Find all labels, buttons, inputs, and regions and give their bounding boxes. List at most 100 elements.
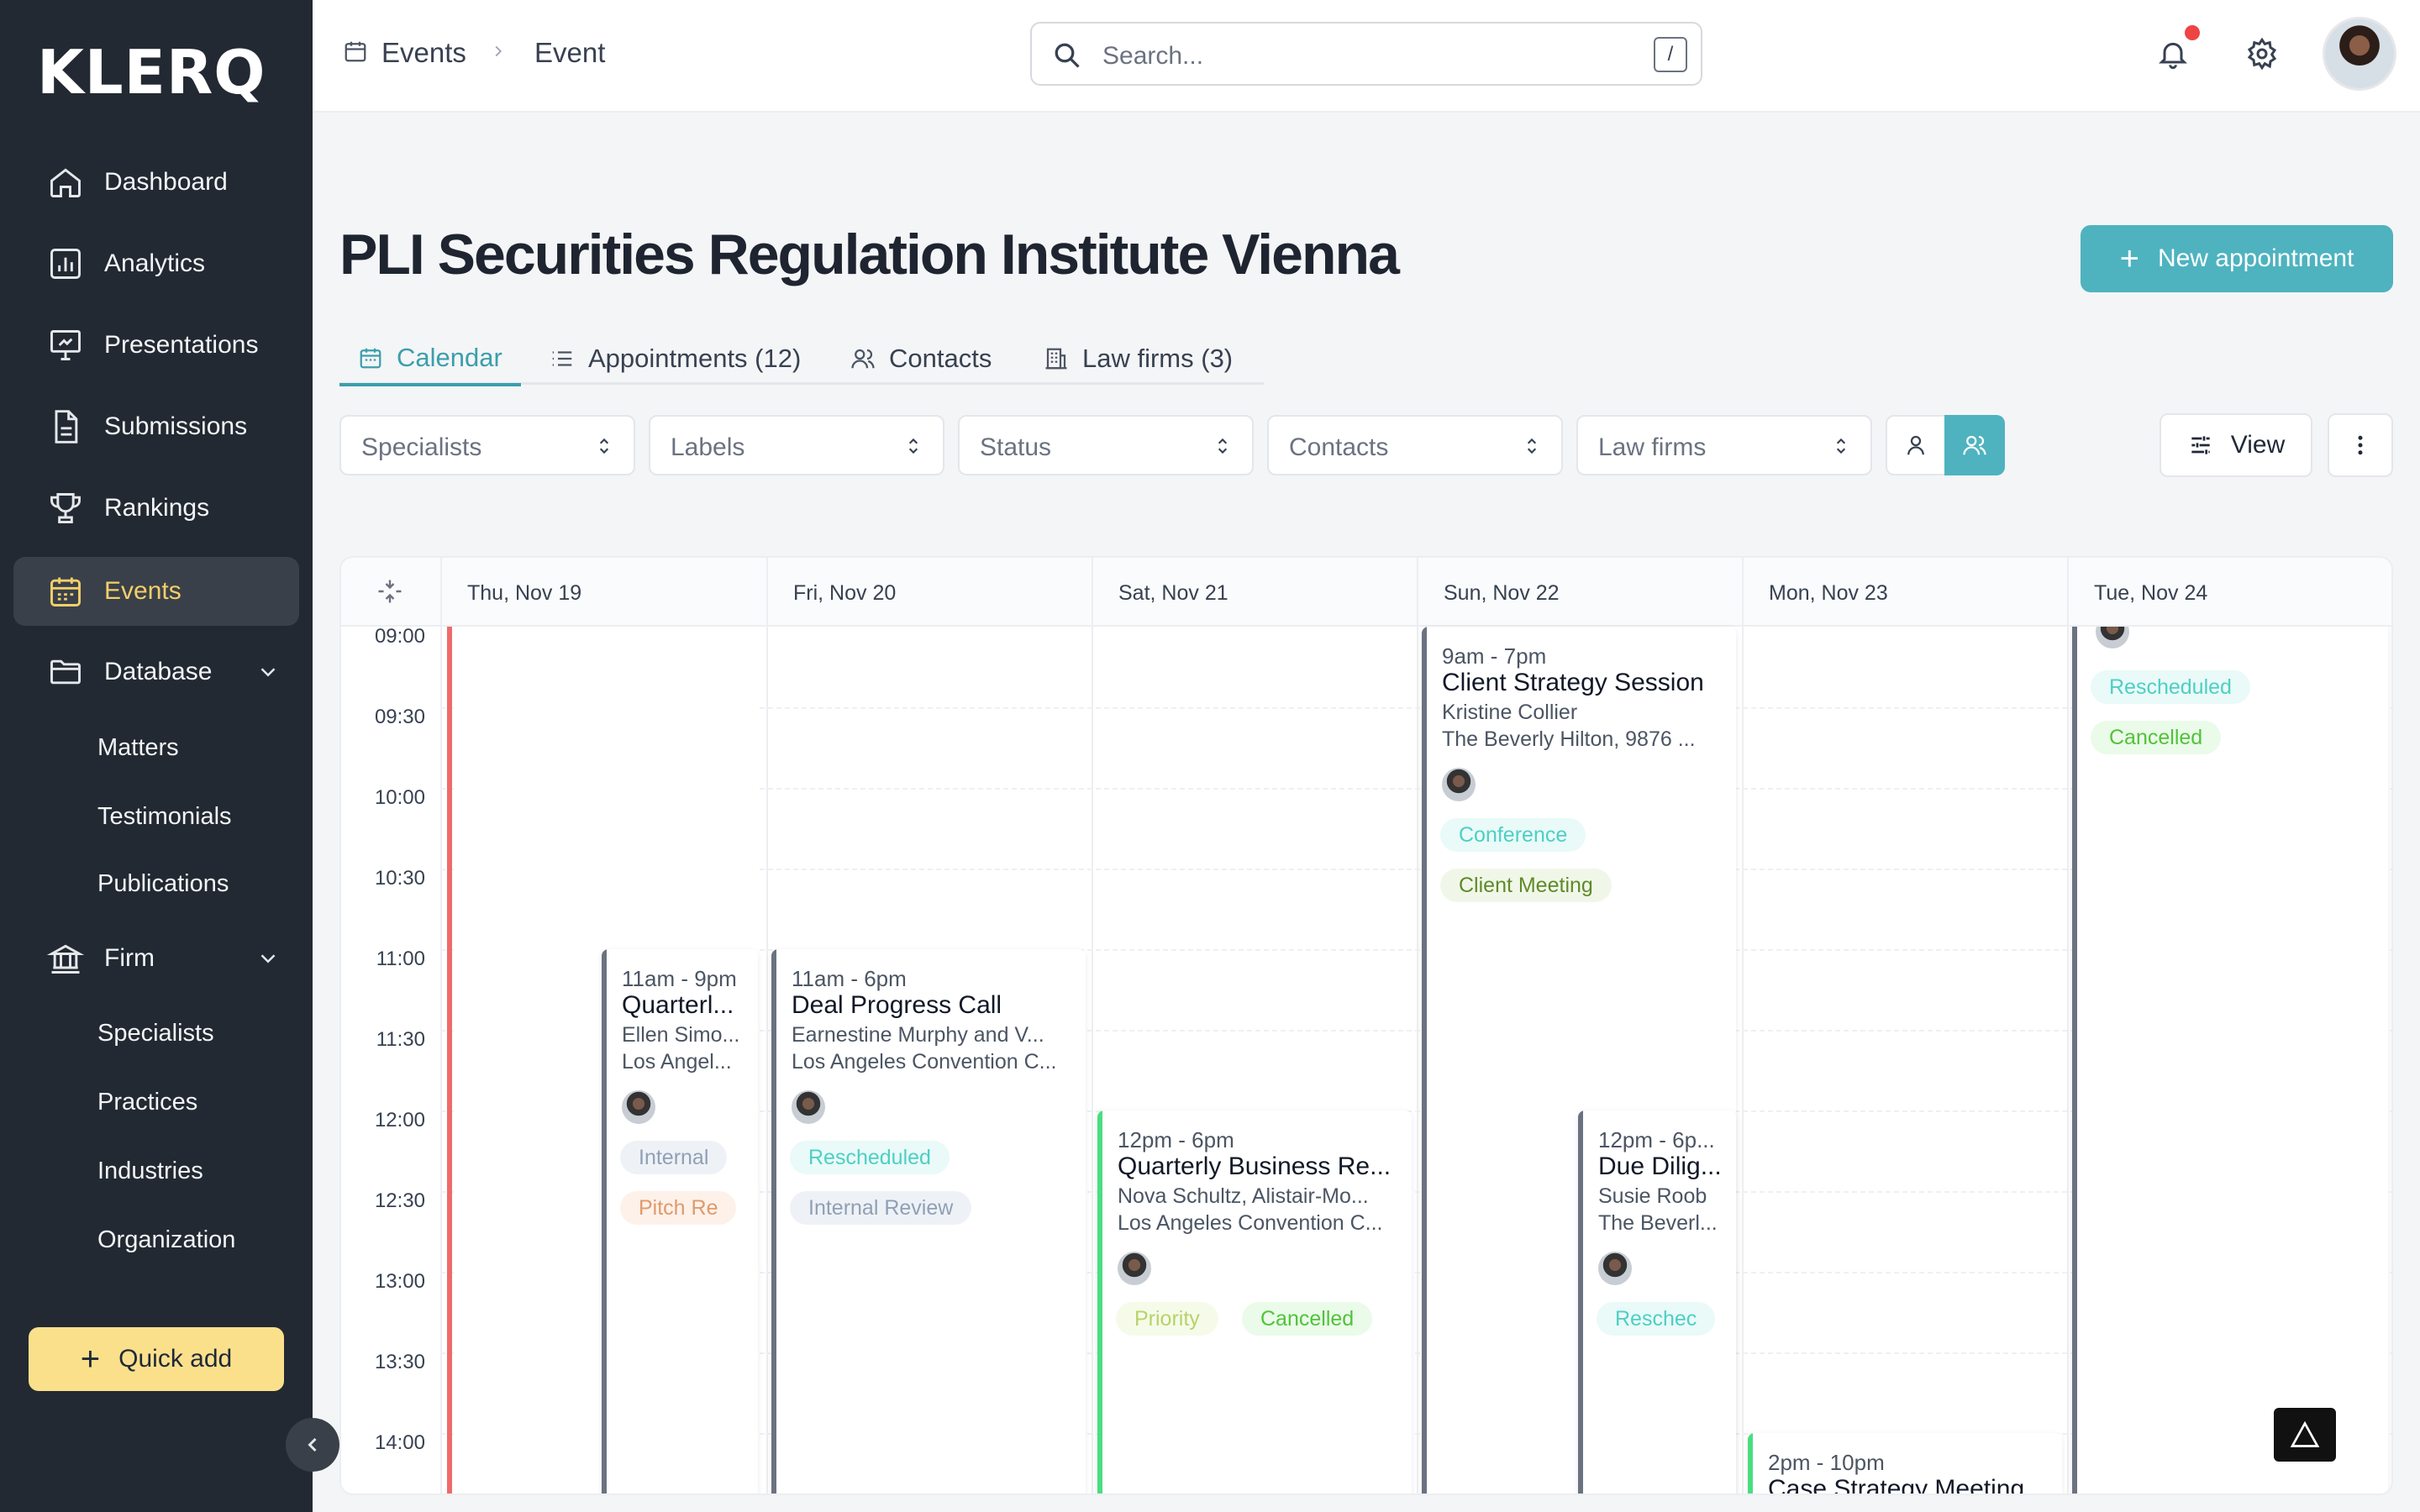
filter-specialists[interactable]: Specialists	[339, 415, 635, 475]
sidebar-subitem-organization[interactable]: Organization	[97, 1226, 235, 1254]
event-card[interactable]: 2pm - 10pm Case Strategy Meeting	[1748, 1433, 2062, 1495]
calendar-icon	[358, 345, 383, 370]
avatar	[622, 1090, 655, 1124]
sidebar-subitem-industries[interactable]: Industries	[97, 1158, 203, 1185]
avatar	[792, 1090, 825, 1124]
event-time: 12pm - 6p...	[1598, 1127, 1715, 1152]
label-tag: Rescheduled	[2091, 670, 2250, 704]
sidebar-item-firm[interactable]: Firm	[13, 924, 299, 993]
sidebar-item-label: Analytics	[104, 249, 206, 277]
event-time: 12pm - 6pm	[1118, 1127, 1234, 1152]
event-location: Los Angeles Convention C...	[792, 1050, 1057, 1074]
view-label: View	[2230, 431, 2286, 459]
document-icon	[45, 407, 86, 447]
sidebar-item-events[interactable]: Events	[13, 557, 299, 626]
label-tag: Cancelled	[1242, 1302, 1373, 1336]
day-header: Sat, Nov 21	[1118, 581, 1228, 605]
sidebar-subitem-practices[interactable]: Practices	[97, 1089, 197, 1116]
event-title: Quarterly Business Re...	[1118, 1152, 1392, 1180]
sidebar-item-dashboard[interactable]: Dashboard	[13, 148, 299, 217]
time-label: 10:30	[374, 867, 425, 890]
list-icon	[550, 346, 575, 371]
filter-labels[interactable]: Labels	[649, 415, 944, 475]
sidebar-item-label: Rankings	[104, 494, 210, 522]
event-location: Los Angel...	[622, 1050, 732, 1074]
quick-add-button[interactable]: + Quick add	[29, 1327, 284, 1391]
search-input[interactable]: Search... /	[1030, 22, 1702, 86]
new-appointment-button[interactable]: + New appointment	[2081, 225, 2393, 292]
event-attendees: Earnestine Murphy and V...	[792, 1023, 1044, 1047]
event-card[interactable]: 11am - 6pm Deal Progress Call Earnestine…	[771, 949, 1086, 1494]
more-options-button[interactable]	[2328, 413, 2393, 477]
filter-contacts[interactable]: Contacts	[1267, 415, 1563, 475]
avatar[interactable]	[2323, 17, 2396, 91]
plus-icon: +	[2119, 240, 2139, 277]
calendar-icon	[45, 571, 86, 612]
breadcrumb-events[interactable]: Events	[381, 37, 466, 69]
event-attendees: Ellen Simo...	[622, 1023, 740, 1047]
time-label: 14:00	[374, 1431, 425, 1454]
time-label: 12:30	[374, 1189, 425, 1212]
sidebar-subitem-matters[interactable]: Matters	[97, 734, 179, 762]
tab-label: Contacts	[889, 344, 992, 373]
event-title: Case Strategy Meeting	[1768, 1475, 2025, 1495]
filter-law-firms[interactable]: Law firms	[1576, 415, 1872, 475]
event-card[interactable]: 12pm - 6pm Quarterly Business Re... Nova…	[1097, 1110, 1412, 1494]
users-icon	[1963, 435, 1986, 455]
label-tag: Cancelled	[2091, 721, 2222, 754]
sidebar-subitem-publications[interactable]: Publications	[97, 870, 229, 898]
app-logo: KLERQ	[37, 37, 266, 108]
filter-label: Labels	[671, 433, 745, 461]
tab-calendar[interactable]: Calendar	[339, 333, 521, 386]
sidebar: KLERQ Dashboard Analytics Presentations …	[0, 0, 313, 1512]
multi-user-toggle[interactable]	[1944, 415, 2005, 475]
event-title: Deal Progress Call	[792, 991, 1002, 1019]
calendar-icon	[343, 39, 368, 68]
trophy-icon	[45, 488, 86, 528]
warning-icon[interactable]	[2274, 1408, 2336, 1462]
top-bar: Events Event Search... /	[313, 0, 2420, 113]
collapse-sidebar-button[interactable]	[286, 1418, 339, 1472]
contacts-icon	[850, 346, 876, 371]
label-tag: Reschec	[1597, 1302, 1716, 1336]
chevron-down-icon[interactable]	[255, 946, 281, 975]
day-header: Fri, Nov 20	[793, 581, 897, 605]
chevron-down-icon[interactable]	[255, 659, 281, 689]
gear-icon[interactable]	[2245, 37, 2279, 75]
user-icon	[1907, 435, 1924, 455]
single-user-toggle[interactable]	[1886, 415, 1946, 475]
tab-appointments[interactable]: Appointments (12)	[550, 333, 801, 385]
day-header: Sun, Nov 22	[1444, 581, 1560, 605]
event-card[interactable]: 11am - 9pm Quarterl... Ellen Simo... Los…	[602, 949, 758, 1494]
page-title: PLI Securities Regulation Institute Vien…	[339, 223, 1400, 286]
notification-dot	[2185, 25, 2200, 40]
sidebar-item-submissions[interactable]: Submissions	[13, 392, 299, 461]
chevron-right-icon	[489, 42, 508, 65]
bell-icon[interactable]	[2156, 37, 2190, 75]
sidebar-item-analytics[interactable]: Analytics	[13, 229, 299, 298]
day-header: Tue, Nov 24	[2094, 581, 2208, 605]
chevron-up-down-icon	[1521, 435, 1543, 461]
sidebar-item-presentations[interactable]: Presentations	[13, 311, 299, 380]
chevron-up-down-icon	[1212, 435, 1234, 461]
filter-status[interactable]: Status	[958, 415, 1254, 475]
sidebar-subitem-specialists[interactable]: Specialists	[97, 1020, 214, 1047]
sidebar-item-database[interactable]: Database	[13, 638, 299, 706]
sidebar-subitem-testimonials[interactable]: Testimonials	[97, 803, 232, 831]
filter-label: Contacts	[1289, 433, 1389, 461]
compress-icon[interactable]	[375, 576, 405, 611]
event-card[interactable]: 12pm - 6p... Due Dilig... Susie Roob The…	[1578, 1110, 1736, 1494]
tab-contacts[interactable]: Contacts	[850, 333, 992, 385]
avatar	[1118, 1252, 1151, 1285]
tab-label: Calendar	[397, 343, 502, 372]
tab-law-firms[interactable]: Law firms (3)	[1044, 333, 1233, 385]
building-icon	[1044, 346, 1069, 371]
event-card[interactable]: Rescheduled Cancelled	[2072, 608, 2388, 1494]
event-strip[interactable]	[447, 627, 452, 1494]
event-time: 9am - 7pm	[1442, 643, 1547, 669]
search-icon	[1052, 40, 1082, 75]
chevron-up-down-icon	[593, 435, 615, 461]
presentation-icon	[45, 325, 86, 365]
view-button[interactable]: View	[2160, 413, 2312, 477]
sidebar-item-rankings[interactable]: Rankings	[13, 474, 299, 543]
